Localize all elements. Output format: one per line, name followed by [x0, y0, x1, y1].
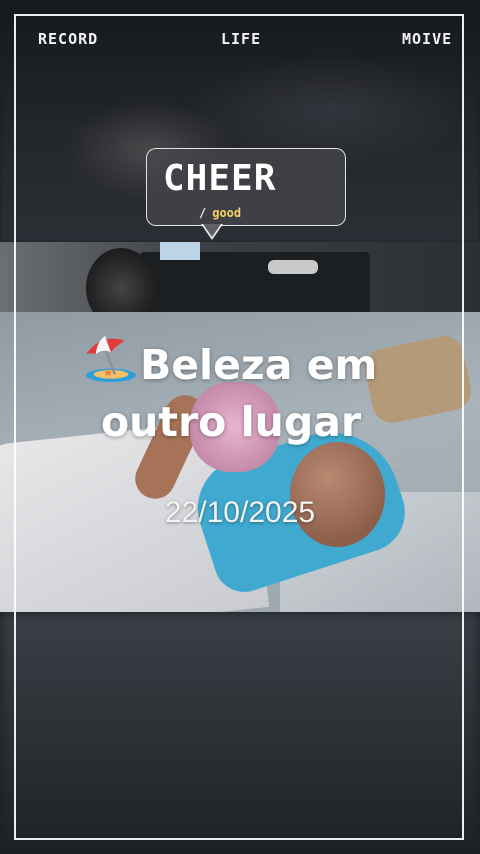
date-label: 22/10/2025 [164, 496, 316, 529]
bubble-subtitle: good [212, 206, 242, 220]
label-moive: MOIVE [402, 30, 453, 48]
speech-bubble: CHEER / good [146, 148, 346, 226]
headline-line-2: outro lugar [101, 398, 362, 446]
bubble-title: CHEER [163, 158, 277, 199]
label-record: RECORD [38, 30, 99, 48]
speech-bubble-tail-fill [203, 224, 221, 237]
bubble-subtitle-row: / good [199, 207, 241, 219]
headline: Beleza em outro lugar [82, 333, 422, 451]
beach-umbrella-icon [86, 335, 136, 383]
headline-line-1: Beleza em [140, 341, 378, 389]
label-life: LIFE [221, 30, 262, 48]
bubble-slash: / [199, 206, 207, 220]
